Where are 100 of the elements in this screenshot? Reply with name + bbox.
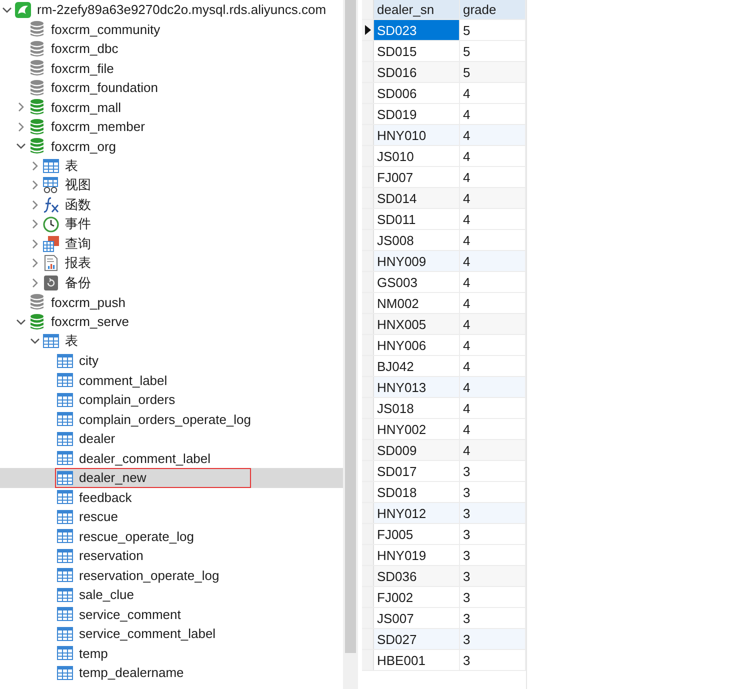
expand-chevron-icon[interactable] xyxy=(30,200,40,210)
table-cell[interactable]: SD017 xyxy=(374,461,460,481)
table-cell[interactable]: 4 xyxy=(460,104,526,124)
table-cell[interactable]: 3 xyxy=(460,545,526,565)
table-cell[interactable]: 3 xyxy=(460,566,526,586)
table-cell[interactable]: 4 xyxy=(460,188,526,208)
table-cell[interactable]: 5 xyxy=(460,20,526,40)
table-cell[interactable]: JS018 xyxy=(374,398,460,418)
table-cell[interactable]: HNY019 xyxy=(374,545,460,565)
table-cell[interactable]: 3 xyxy=(460,608,526,628)
table-cell[interactable]: JS007 xyxy=(374,608,460,628)
table-cell[interactable]: 4 xyxy=(460,335,526,355)
table-cell[interactable]: JS008 xyxy=(374,230,460,250)
expand-chevron-icon[interactable] xyxy=(30,160,40,171)
database-name[interactable]: foxcrm_file xyxy=(51,60,114,76)
table-cell[interactable]: SD023 xyxy=(374,20,460,40)
table-cell[interactable]: SD016 xyxy=(374,62,460,82)
table-cell[interactable]: SD006 xyxy=(374,83,460,103)
table-name[interactable]: feedback xyxy=(79,490,132,505)
table-cell[interactable]: 4 xyxy=(460,167,526,187)
category-name[interactable]: 事件 xyxy=(65,215,91,234)
table-cell[interactable]: SD009 xyxy=(374,440,460,460)
table-name[interactable]: service_comment_label xyxy=(79,626,216,642)
database-name[interactable]: foxcrm_org xyxy=(51,138,116,154)
collapse-chevron-icon[interactable] xyxy=(16,316,26,327)
table-cell[interactable]: FJ005 xyxy=(374,524,460,544)
table-cell[interactable]: 3 xyxy=(460,482,526,502)
category-name[interactable]: 表 xyxy=(65,332,78,350)
table-cell[interactable]: HNX005 xyxy=(374,314,460,334)
collapse-chevron-icon[interactable] xyxy=(2,4,12,15)
table-cell[interactable]: HNY009 xyxy=(374,251,460,271)
table-cell[interactable]: 4 xyxy=(460,83,526,103)
database-name[interactable]: foxcrm_community xyxy=(51,22,160,37)
table-name[interactable]: reservation xyxy=(79,548,144,564)
table-cell[interactable]: 5 xyxy=(460,41,526,61)
table-cell[interactable]: HNY006 xyxy=(374,335,460,355)
expand-chevron-icon[interactable] xyxy=(16,102,26,112)
table-cell[interactable]: 3 xyxy=(460,524,526,544)
table-cell[interactable]: 4 xyxy=(460,314,526,334)
expand-chevron-icon[interactable] xyxy=(30,278,40,288)
table-cell[interactable]: 4 xyxy=(460,398,526,418)
table-cell[interactable]: 4 xyxy=(460,356,526,376)
table-cell[interactable]: 4 xyxy=(460,209,526,229)
table-cell[interactable]: HNY002 xyxy=(374,419,460,439)
table-cell[interactable]: 4 xyxy=(460,251,526,271)
table-cell[interactable]: HNY010 xyxy=(374,125,460,145)
table-cell[interactable]: 4 xyxy=(460,440,526,460)
table-cell[interactable]: 4 xyxy=(460,125,526,145)
table-cell[interactable]: NM002 xyxy=(374,293,460,313)
table-cell[interactable]: HNY013 xyxy=(374,377,460,397)
table-cell[interactable]: SD014 xyxy=(374,188,460,208)
table-cell[interactable]: 3 xyxy=(460,629,526,649)
table-cell[interactable]: SD015 xyxy=(374,41,460,61)
table-cell[interactable]: FJ002 xyxy=(374,587,460,607)
table-cell[interactable]: GS003 xyxy=(374,272,460,292)
selected-row[interactable]: dealer_new xyxy=(0,468,343,488)
table-name[interactable]: rescue xyxy=(79,509,118,524)
expand-chevron-icon[interactable] xyxy=(16,122,26,132)
category-name[interactable]: 报表 xyxy=(65,254,91,272)
table-cell[interactable]: 4 xyxy=(460,377,526,397)
table-cell[interactable]: 4 xyxy=(460,146,526,166)
table-cell[interactable]: 4 xyxy=(460,230,526,250)
table-name[interactable]: sale_clue xyxy=(79,587,134,602)
table-name[interactable]: complain_orders_operate_log xyxy=(79,412,252,427)
table-cell[interactable]: 4 xyxy=(460,293,526,313)
category-name[interactable]: 表 xyxy=(65,156,78,175)
table-name[interactable]: dealer_new xyxy=(79,470,146,486)
collapse-chevron-icon[interactable] xyxy=(30,336,40,346)
expand-chevron-icon[interactable] xyxy=(30,219,40,230)
collapse-chevron-icon[interactable] xyxy=(16,141,26,152)
table-cell[interactable]: SD027 xyxy=(374,629,460,649)
category-name[interactable]: 函数 xyxy=(65,196,91,214)
table-name[interactable]: reservation_operate_log xyxy=(79,568,220,583)
database-name[interactable]: foxcrm_push xyxy=(51,294,126,310)
category-name[interactable]: 视图 xyxy=(65,176,91,194)
table-cell[interactable]: 3 xyxy=(460,503,526,523)
table-name[interactable]: temp xyxy=(79,646,108,661)
table-cell[interactable]: SD019 xyxy=(374,104,460,124)
table-name[interactable]: comment_label xyxy=(79,372,168,388)
table-cell[interactable]: FJ007 xyxy=(374,167,460,187)
table-cell[interactable]: HNY012 xyxy=(374,503,460,523)
table-name[interactable]: city xyxy=(79,353,98,368)
table-cell[interactable]: 3 xyxy=(460,587,526,607)
database-name[interactable]: foxcrm_member xyxy=(51,119,145,134)
database-name[interactable]: foxcrm_serve xyxy=(51,314,130,330)
table-cell[interactable]: BJ042 xyxy=(374,356,460,376)
table-name[interactable]: service_comment xyxy=(79,606,181,622)
table-cell[interactable]: SD036 xyxy=(374,566,460,586)
scrollbar[interactable] xyxy=(343,0,358,689)
table-cell[interactable]: 4 xyxy=(460,419,526,439)
table-cell[interactable]: SD018 xyxy=(374,482,460,502)
category-name[interactable]: 备份 xyxy=(65,274,91,292)
scrollbar-thumb[interactable] xyxy=(345,0,356,653)
table-cell[interactable]: JS010 xyxy=(374,146,460,166)
table-cell[interactable]: SD011 xyxy=(374,209,460,229)
table-name[interactable]: dealer xyxy=(79,431,116,446)
table-name[interactable]: rescue_operate_log xyxy=(79,528,194,544)
category-name[interactable]: 查询 xyxy=(65,234,91,253)
table-name[interactable]: dealer_comment_label xyxy=(79,450,211,466)
database-name[interactable]: foxcrm_dbc xyxy=(51,41,118,56)
